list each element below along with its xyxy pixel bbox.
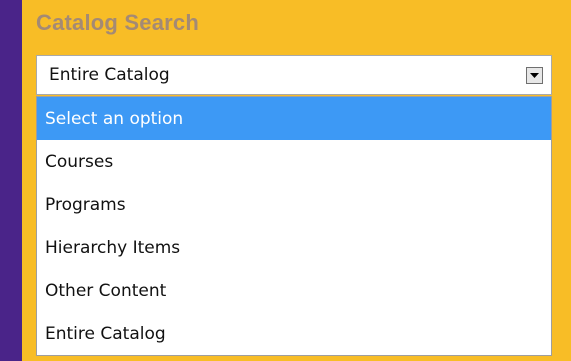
chevron-down-glyph [530,73,539,78]
option-entire-catalog[interactable]: Entire Catalog [37,312,551,355]
option-select-an-option[interactable]: Select an option [37,97,551,140]
catalog-scope-select[interactable]: Entire Catalog [36,55,552,95]
select-current-value: Entire Catalog [49,65,170,85]
catalog-search-panel: Catalog Search Entire Catalog Select an … [22,0,571,361]
option-courses[interactable]: Courses [37,140,551,183]
catalog-scope-dropdown-list: Select an option Courses Programs Hierar… [36,96,552,356]
option-programs[interactable]: Programs [37,183,551,226]
option-hierarchy-items[interactable]: Hierarchy Items [37,226,551,269]
panel-title: Catalog Search [36,10,199,35]
chevron-down-icon[interactable] [526,67,543,84]
option-other-content[interactable]: Other Content [37,269,551,312]
